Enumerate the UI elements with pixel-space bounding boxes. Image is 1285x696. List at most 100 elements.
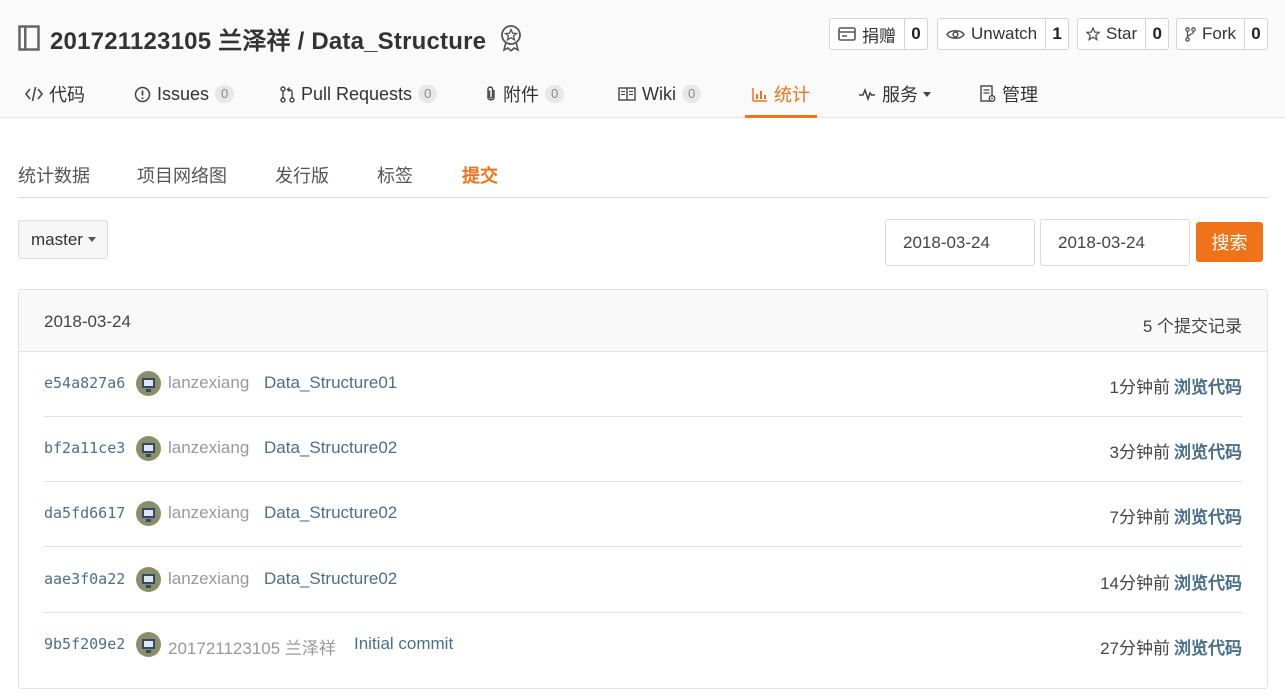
donate-label: 捐赠 [862, 26, 896, 46]
commit-row: e54a827a6 lanzexiang Data_Structure01 1分… [44, 352, 1242, 417]
nav-attachments-count: 0 [545, 85, 565, 103]
commit-author[interactable]: lanzexiang [168, 373, 249, 393]
nav-services[interactable]: 服务 [858, 70, 931, 118]
fork-button[interactable]: Fork [1177, 19, 1245, 49]
commit-message-link[interactable]: Data_Structure02 [264, 438, 397, 458]
commit-meta: 3分钟前 浏览代码 [1110, 438, 1242, 463]
browse-code-link[interactable]: 浏览代码 [1174, 503, 1242, 528]
nav-manage[interactable]: 管理 [980, 70, 1038, 118]
date-from-input[interactable] [885, 219, 1035, 266]
star-icon [1086, 27, 1100, 41]
repo-book-icon [18, 25, 40, 51]
book-open-icon [618, 87, 636, 101]
avatar[interactable] [136, 501, 161, 526]
commit-author[interactable]: lanzexiang [168, 569, 249, 589]
nav-pull-requests[interactable]: Pull Requests 0 [280, 70, 438, 118]
avatar[interactable] [136, 632, 161, 657]
nav-code[interactable]: 代码 [25, 70, 85, 118]
commit-time: 7分钟前 [1109, 508, 1170, 527]
settings-doc-icon [980, 85, 996, 103]
browse-code-link[interactable]: 浏览代码 [1174, 634, 1242, 659]
commit-author[interactable]: 201721123105 兰泽祥 [168, 634, 336, 659]
nav-issues-label: Issues [157, 83, 210, 104]
commit-row: bf2a11ce3 lanzexiang Data_Structure02 3分… [44, 417, 1242, 482]
commit-time: 27分钟前 [1100, 639, 1170, 658]
repo-name-link[interactable]: 201721123105 兰泽祥 / Data_Structure [50, 21, 486, 56]
avatar[interactable] [136, 567, 161, 592]
repo-title-bar: 201721123105 兰泽祥 / Data_Structure [18, 18, 524, 58]
eye-icon [946, 28, 965, 41]
browse-code-link[interactable]: 浏览代码 [1174, 438, 1242, 463]
commit-row: da5fd6617 lanzexiang Data_Structure02 7分… [44, 482, 1242, 547]
commit-sha-link[interactable]: e54a827a6 [44, 374, 125, 392]
statistics-sub-nav: 统计数据 项目网络图 发行版 标签 提交 [18, 152, 1268, 198]
branch-select[interactable]: master [18, 220, 108, 259]
nav-issues-count: 0 [215, 85, 235, 103]
repo-main-nav: 代码 Issues 0 Pull Requests 0 附件 0 Wiki 0 … [0, 70, 1285, 118]
commit-author[interactable]: lanzexiang [168, 438, 249, 458]
chevron-down-icon [923, 91, 931, 97]
commit-sha-link[interactable]: bf2a11ce3 [44, 439, 125, 457]
commit-message-link[interactable]: Data_Structure02 [264, 503, 397, 523]
subnav-tags[interactable]: 标签 [377, 162, 413, 188]
commits-panel: 2018-03-24 5 个提交记录 e54a827a6 lanzexiang … [18, 289, 1268, 689]
active-tab-indicator [745, 115, 817, 118]
fork-action[interactable]: Fork 0 [1176, 18, 1268, 50]
unwatch-button[interactable]: Unwatch [938, 19, 1047, 49]
search-button[interactable]: 搜索 [1196, 222, 1263, 262]
commit-sha-link[interactable]: aae3f0a22 [44, 570, 125, 588]
nav-statistics[interactable]: 统计 [752, 70, 810, 118]
fork-label: Fork [1202, 24, 1236, 43]
nav-issues[interactable]: Issues 0 [134, 70, 235, 118]
nav-wiki-label: Wiki [642, 83, 676, 104]
subnav-commits[interactable]: 提交 [462, 162, 498, 188]
star-button[interactable]: Star [1078, 19, 1147, 49]
commit-time: 1分钟前 [1109, 378, 1170, 397]
donate-action[interactable]: 捐赠 0 [829, 18, 928, 50]
commit-author[interactable]: lanzexiang [168, 503, 249, 523]
commit-time: 3分钟前 [1109, 443, 1170, 462]
commit-sha-link[interactable]: da5fd6617 [44, 504, 125, 522]
star-count[interactable]: 0 [1146, 19, 1168, 49]
subnav-releases[interactable]: 发行版 [275, 162, 329, 188]
commit-message-link[interactable]: Initial commit [354, 634, 453, 654]
commit-sha-link[interactable]: 9b5f209e2 [44, 635, 125, 653]
browse-code-link[interactable]: 浏览代码 [1174, 373, 1242, 398]
star-action[interactable]: Star 0 [1077, 18, 1170, 50]
nav-pull-requests-label: Pull Requests [301, 83, 413, 104]
fork-icon [1185, 26, 1196, 42]
donate-count[interactable]: 0 [905, 19, 927, 49]
watch-action[interactable]: Unwatch 1 [937, 18, 1070, 50]
nav-wiki-count: 0 [682, 85, 702, 103]
donate-button[interactable]: 捐赠 [830, 19, 905, 49]
fork-count[interactable]: 0 [1245, 19, 1267, 49]
subnav-stats-data[interactable]: 统计数据 [18, 162, 90, 188]
commit-row: aae3f0a22 lanzexiang Data_Structure02 14… [44, 548, 1242, 613]
star-label: Star [1106, 24, 1138, 43]
commit-message-link[interactable]: Data_Structure01 [264, 373, 397, 393]
repo-header: 201721123105 兰泽祥 / Data_Structure 捐赠 0 U… [0, 0, 1285, 118]
branch-select-label: master [31, 229, 83, 249]
avatar[interactable] [136, 371, 161, 396]
commit-meta: 1分钟前 浏览代码 [1110, 373, 1242, 398]
commit-time: 14分钟前 [1100, 574, 1170, 593]
subnav-network-graph[interactable]: 项目网络图 [137, 162, 227, 188]
paperclip-icon [485, 85, 497, 103]
browse-code-link[interactable]: 浏览代码 [1174, 569, 1242, 594]
award-badge-icon [501, 25, 522, 52]
nav-wiki[interactable]: Wiki 0 [618, 70, 702, 118]
nav-attachments[interactable]: 附件 0 [485, 70, 565, 118]
commit-meta: 7分钟前 浏览代码 [1110, 503, 1242, 528]
chevron-down-icon [87, 237, 96, 242]
commits-panel-header: 2018-03-24 5 个提交记录 [19, 290, 1267, 352]
commit-meta: 14分钟前 浏览代码 [1100, 569, 1242, 594]
code-icon [25, 86, 43, 102]
pull-request-icon [280, 85, 295, 103]
commit-message-link[interactable]: Data_Structure02 [264, 569, 397, 589]
watch-count[interactable]: 1 [1046, 19, 1068, 49]
nav-statistics-label: 统计 [774, 85, 810, 105]
avatar[interactable] [136, 436, 161, 461]
date-to-input[interactable] [1040, 219, 1190, 266]
unwatch-label: Unwatch [971, 24, 1038, 43]
commits-date: 2018-03-24 [44, 312, 131, 331]
